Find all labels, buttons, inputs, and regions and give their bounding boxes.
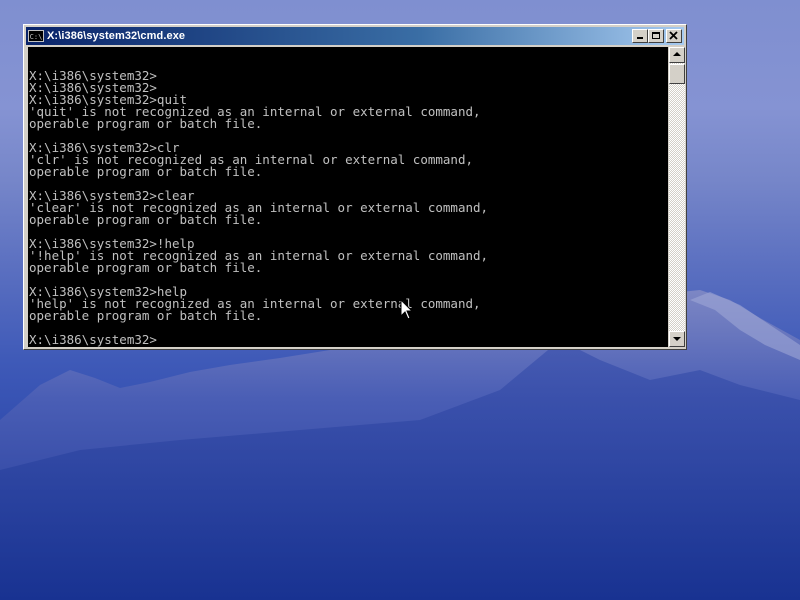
- maximize-button[interactable]: [648, 29, 664, 43]
- minimize-button[interactable]: [632, 29, 648, 43]
- title-bar[interactable]: C:\ X:\i386\system32\cmd.exe: [26, 27, 684, 45]
- scroll-down-button[interactable]: [669, 331, 685, 347]
- vertical-scrollbar[interactable]: [669, 47, 685, 347]
- minimize-icon: [637, 37, 643, 39]
- console-line: operable program or batch file.: [29, 116, 263, 131]
- console-line: operable program or batch file.: [29, 212, 263, 227]
- close-button[interactable]: [666, 29, 682, 43]
- mouse-pointer-icon: [400, 299, 414, 320]
- window-title: X:\i386\system32\cmd.exe: [47, 30, 186, 42]
- scroll-up-button[interactable]: [669, 47, 685, 63]
- console-text: X:\i386\system32> X:\i386\system32> X:\i38…: [29, 69, 488, 346]
- console-line: operable program or batch file.: [29, 164, 263, 179]
- window-controls: [632, 29, 682, 43]
- close-icon: [669, 31, 678, 40]
- console-line: operable program or batch file.: [29, 260, 263, 275]
- console-prompt-line[interactable]: X:\i386\system32>: [29, 333, 488, 346]
- scroll-up-icon: [673, 52, 681, 56]
- console-line: operable program or batch file.: [29, 308, 263, 323]
- console-output[interactable]: X:\i386\system32> X:\i386\system32> X:\i38…: [28, 47, 668, 347]
- scrollbar-thumb[interactable]: [669, 64, 685, 84]
- cmd-icon[interactable]: C:\: [28, 30, 44, 42]
- cmd-window[interactable]: C:\ X:\i386\system32\cmd.exe X:\i386\sys…: [23, 24, 687, 350]
- scroll-down-icon: [673, 337, 681, 341]
- maximize-icon: [652, 32, 660, 39]
